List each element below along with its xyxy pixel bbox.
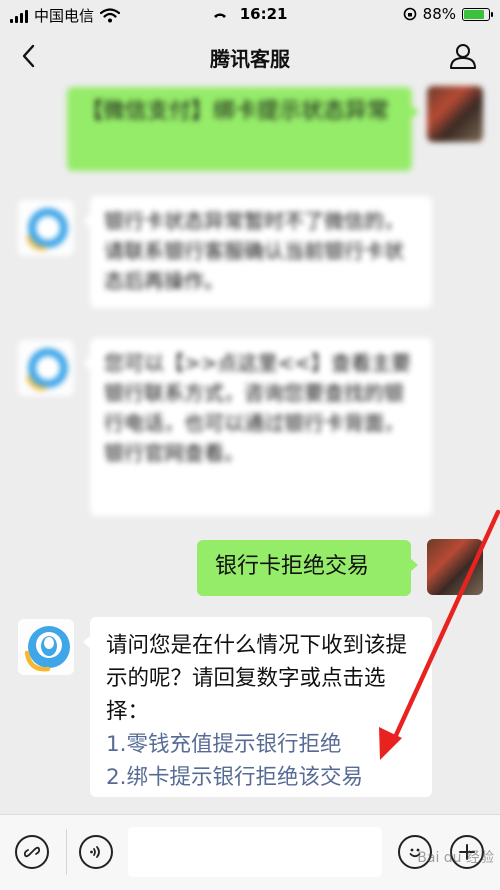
option-link-1[interactable]: 1.零钱充值提示银行拒绝 [106, 728, 416, 761]
divider [66, 829, 67, 875]
service-avatar-icon [26, 208, 68, 251]
user-avatar[interactable] [427, 86, 483, 142]
watermark-logo: Bai du 经验 [417, 850, 494, 866]
mini-program-button[interactable] [15, 835, 49, 869]
clock: 16:21 [239, 5, 288, 23]
user-avatar[interactable] [427, 539, 483, 595]
bot-message-bubble[interactable]: 银行卡状态异常暂时不了微信的，请联系银行客服确认当前银行卡状态后再操作。 [83, 196, 432, 308]
rotation-lock-icon [403, 7, 416, 21]
profile-icon[interactable] [448, 41, 478, 71]
qq-service-avatar-icon [24, 626, 70, 672]
voice-icon [90, 846, 100, 858]
nav-bar: 腾讯客服 [0, 28, 500, 84]
option-link-2[interactable]: 2.绑卡提示银行拒绝该交易 [106, 761, 416, 794]
voice-button[interactable] [79, 835, 113, 869]
bot-message-bubble: 请问您是在什么情况下收到该提示的呢？请回复数字或点击选择： 1.零钱充值提示银行… [83, 617, 432, 797]
bot-avatar[interactable] [18, 340, 74, 396]
bot-avatar[interactable] [18, 200, 74, 256]
bot-avatar[interactable] [18, 619, 74, 675]
status-right: 88% [403, 5, 493, 23]
user-message-bubble[interactable]: 银行卡拒绝交易 [197, 540, 418, 596]
service-avatar-icon [26, 348, 68, 391]
bot-message-bubble[interactable]: 您可以【>>点这里<<】查看主要银行联系方式，咨询您要查找的银行电话，也可以通过… [83, 338, 432, 516]
call-icon [213, 13, 226, 18]
page-title: 腾讯客服 [210, 47, 290, 71]
user-message-bubble[interactable]: 【微信支付】绑卡提示状态异常 [67, 87, 419, 171]
bot-message-text: 请问您是在什么情况下收到该提示的呢？请回复数字或点击选择： [106, 633, 408, 724]
message-input[interactable] [128, 827, 382, 877]
battery-percent: 88% [422, 5, 456, 23]
battery-icon [462, 7, 493, 21]
chat-area[interactable]: 【微信支付】绑卡提示状态异常 银行卡状态异常暂时不了微信的，请联系银行客服确认当… [0, 84, 500, 814]
status-bar: 中国电信 16:21 88% [0, 0, 500, 28]
battery-fill [464, 9, 485, 19]
link-icon [23, 846, 41, 858]
